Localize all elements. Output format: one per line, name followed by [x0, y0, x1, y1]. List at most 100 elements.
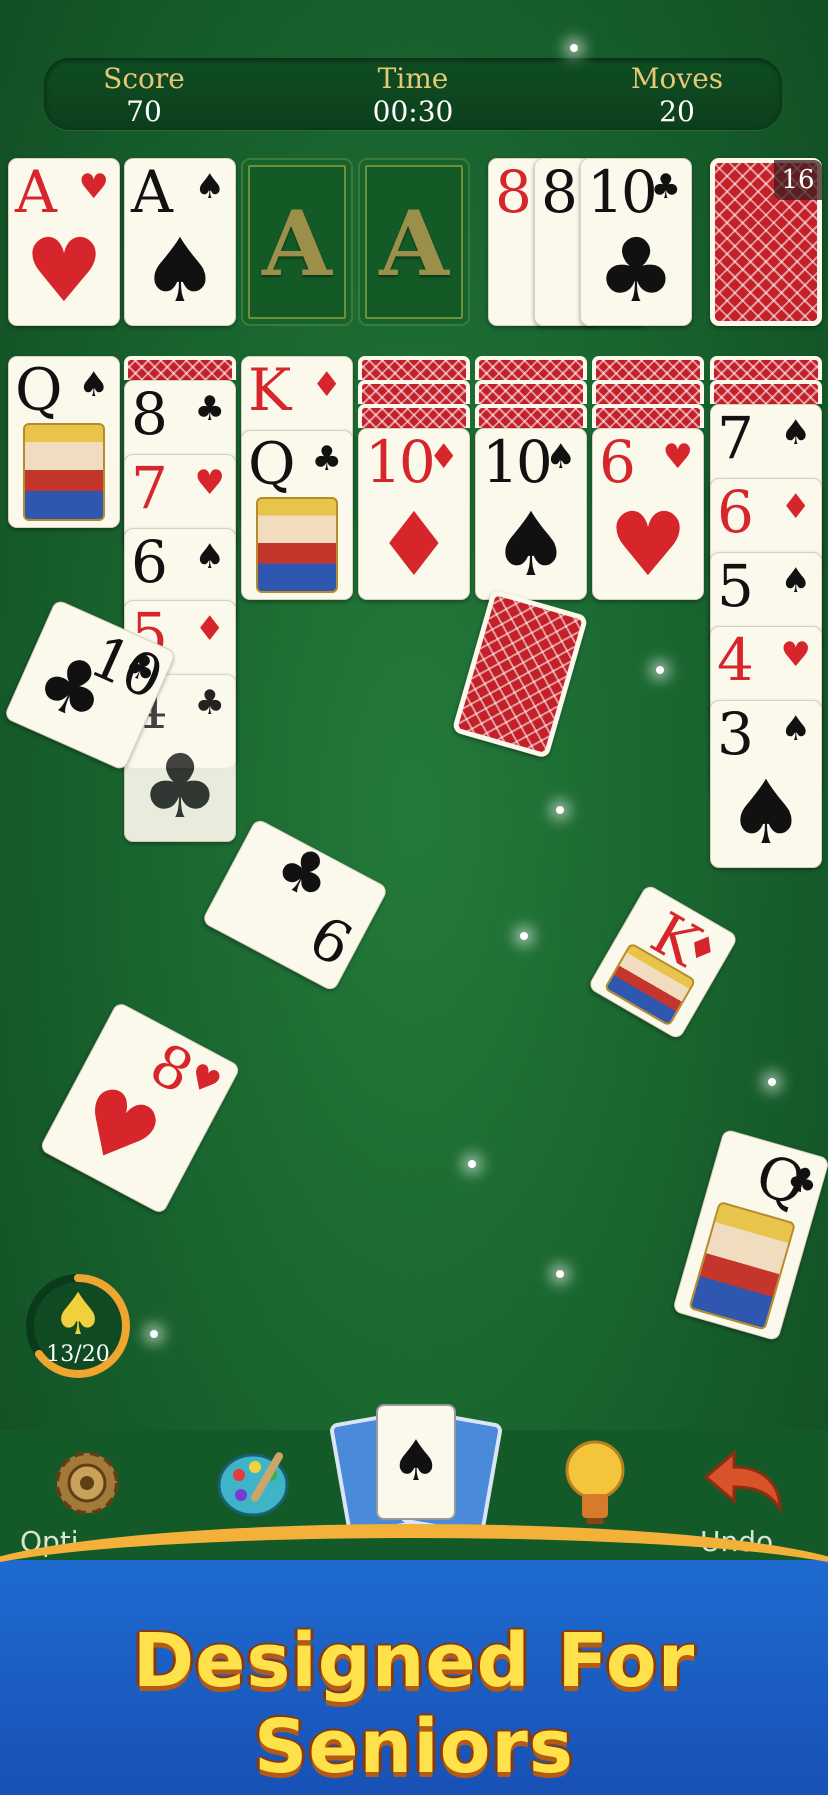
card-rank: 4 — [717, 626, 754, 694]
daily-progress-ring[interactable]: ♠ 13/20 — [24, 1272, 132, 1380]
heart-icon: ♥ — [662, 437, 693, 477]
ace-placeholder: A — [262, 191, 332, 297]
card-rank: A — [15, 158, 57, 226]
moves-value: 20 — [659, 95, 695, 128]
face-down-card — [475, 404, 587, 428]
club-icon: ♣ — [263, 829, 344, 917]
club-icon: ♣ — [311, 439, 342, 479]
lightbulb-graphic — [565, 1440, 625, 1524]
time-label: Time — [377, 62, 449, 95]
diamond-icon: ♦ — [780, 487, 811, 527]
sparkle — [570, 44, 578, 52]
tableau-card[interactable]: Q ♠ — [8, 356, 120, 528]
card-rank: 8 — [495, 158, 532, 226]
face-down-card — [592, 404, 704, 428]
club-icon: ♣ — [650, 167, 681, 207]
card-rank: 6 — [599, 428, 636, 496]
card-rank: 3 — [717, 700, 754, 768]
face-down-card — [124, 356, 236, 380]
diamond-icon: ♦ — [194, 609, 225, 649]
face-down-card — [710, 380, 822, 404]
spade-icon: ♠ — [780, 413, 811, 453]
sparkle — [150, 1330, 158, 1338]
score-stat: Score 70 — [44, 58, 244, 128]
time-value: 00:30 — [372, 95, 454, 128]
sparkle — [556, 1270, 564, 1278]
card-rank: 7 — [131, 454, 168, 522]
foundation-empty-slot[interactable]: A — [241, 158, 353, 326]
moves-label: Moves — [630, 62, 724, 95]
time-stat: Time 00:30 — [313, 58, 513, 128]
score-value: 70 — [126, 95, 162, 128]
flying-card: 6 ♣ — [201, 817, 389, 993]
spade-icon: ♠ — [780, 709, 811, 749]
ace-placeholder: A — [379, 191, 449, 297]
card-rank: Q — [248, 430, 296, 498]
foundation-hearts[interactable]: A ♥ ♥ — [8, 158, 120, 326]
card-rank: 8 — [131, 380, 168, 448]
stock-count-badge: 16 — [774, 160, 822, 200]
progress-label: 13/20 — [46, 1342, 110, 1367]
tableau-card[interactable]: 10 ♠ ♠ — [475, 428, 587, 600]
undo-graphic — [703, 1449, 782, 1515]
score-label: Score — [103, 62, 185, 95]
diamond-icon: ♦ — [311, 365, 342, 405]
card-rank: 10 — [482, 428, 553, 496]
tableau-card[interactable]: Q ♣ — [241, 430, 353, 600]
spade-icon: ♠ — [491, 493, 571, 596]
spade-icon: ♠ — [545, 437, 576, 477]
card-rank: 5 — [717, 552, 754, 620]
queen-portrait — [256, 497, 338, 593]
diamond-icon: ♦ — [428, 437, 459, 477]
card-rank: 6 — [131, 528, 168, 596]
gear-graphic — [55, 1451, 119, 1515]
deck-icon[interactable]: ♠ — [328, 1400, 504, 1537]
card-rank: K — [248, 356, 291, 424]
spade-icon: ♠ — [52, 1280, 104, 1348]
face-down-card — [710, 356, 822, 380]
spade-icon: ♠ — [780, 561, 811, 601]
spade-icon: ♠ — [78, 365, 109, 405]
palette-icon[interactable] — [210, 1438, 300, 1528]
flying-card: Q ♣ — [671, 1128, 828, 1342]
tableau-card[interactable]: 6 ♥ ♥ — [592, 428, 704, 600]
heart-icon: ♥ — [194, 463, 225, 503]
spade-icon: ♠ — [726, 761, 806, 864]
sparkle — [520, 932, 528, 940]
lightbulb-icon[interactable] — [550, 1438, 640, 1528]
tableau-card[interactable]: 3 ♠ ♠ — [710, 700, 822, 868]
heart-icon: ♥ — [608, 493, 688, 596]
flying-card-back — [451, 589, 589, 759]
spade-icon: ♠ — [194, 167, 225, 207]
face-down-card — [358, 380, 470, 404]
card-rank: Q — [15, 356, 63, 424]
face-down-card — [475, 356, 587, 380]
gear-icon[interactable] — [42, 1438, 132, 1528]
foundation-empty-slot[interactable]: A — [358, 158, 470, 326]
face-down-card — [358, 356, 470, 380]
flying-card: 8 ♥ ♥ — [38, 1000, 242, 1216]
flying-card: K ♦ — [587, 883, 739, 1041]
face-down-card — [358, 404, 470, 428]
undo-arrow-icon[interactable] — [696, 1438, 786, 1528]
club-icon: ♣ — [194, 389, 225, 429]
score-panel: Score 70 Time 00:30 Moves 20 — [44, 58, 782, 130]
foundation-spades[interactable]: A ♠ ♠ — [124, 158, 236, 326]
sparkle — [768, 1078, 776, 1086]
diamond-icon: ♦ — [374, 493, 454, 596]
spade-icon: ♠ — [376, 1404, 456, 1520]
banner-title: Designed For Seniors — [132, 1618, 696, 1790]
waste-top-card[interactable]: 10 ♣ ♣ — [580, 158, 692, 326]
sparkle — [656, 666, 664, 674]
club-icon: ♣ — [140, 735, 220, 838]
card-rank: 10 — [587, 158, 658, 226]
heart-icon: ♥ — [780, 635, 811, 675]
tableau-card[interactable]: 10 ♦ ♦ — [358, 428, 470, 600]
queen-portrait — [23, 423, 105, 521]
spade-icon: ♠ — [194, 537, 225, 577]
moves-stat: Moves 20 — [577, 58, 777, 128]
sparkle — [556, 806, 564, 814]
card-rank: A — [131, 158, 173, 226]
heart-icon: ♥ — [24, 219, 104, 322]
heart-icon: ♥ — [78, 167, 109, 207]
